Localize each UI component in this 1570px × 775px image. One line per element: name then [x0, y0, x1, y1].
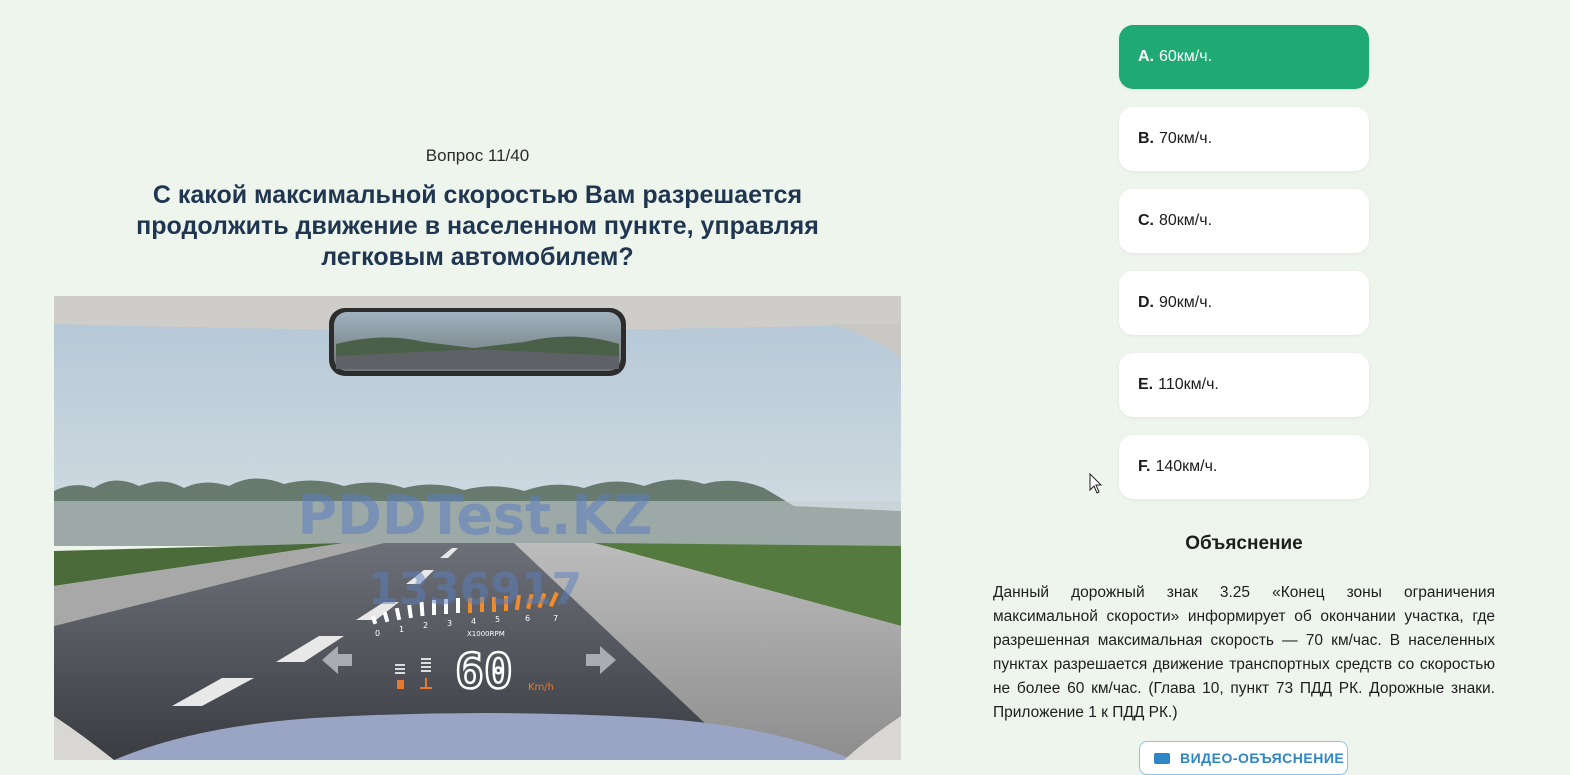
answer-letter: E.: [1138, 376, 1154, 393]
rpm-tick-label: 2: [423, 621, 428, 630]
answer-text: 80км/ч.: [1159, 212, 1213, 229]
answer-text: 110км/ч.: [1158, 376, 1219, 393]
answer-option-a[interactable]: A. 60км/ч.: [1119, 25, 1369, 89]
rpm-tick-label: 0: [375, 629, 380, 638]
hud-speed-unit: Km/h: [528, 682, 554, 693]
answer-list: A. 60км/ч. B. 70км/ч. C. 80км/ч. D. 90км…: [1119, 25, 1369, 517]
answer-option-f[interactable]: F. 140км/ч.: [1119, 435, 1369, 499]
explanation-text: Данный дорожный знак 3.25 «Конец зоны ог…: [993, 584, 1495, 721]
mouse-cursor-icon: [1089, 473, 1103, 494]
answer-text: 140км/ч.: [1155, 458, 1218, 475]
video-explanation-button[interactable]: ВИДЕО-ОБЪЯСНЕНИЕ: [1139, 741, 1348, 775]
question-image: 0 1 2 3 4 5 6 7 X1000RPM 60 Km/h PDDTest…: [54, 296, 901, 760]
answer-letter: F.: [1138, 458, 1151, 475]
video-icon: [1154, 752, 1170, 764]
rpm-tick-label: 4: [471, 617, 476, 626]
answer-option-e[interactable]: E. 110км/ч.: [1119, 353, 1369, 417]
question-text: С какой максимальной скоростью Вам разре…: [136, 181, 819, 271]
watermark-id: 1336917: [368, 564, 582, 615]
answer-letter: A.: [1138, 48, 1154, 65]
rpm-tick-label: 1: [399, 625, 404, 634]
answer-text: 70км/ч.: [1159, 130, 1213, 147]
answer-option-d[interactable]: D. 90км/ч.: [1119, 271, 1369, 335]
answer-option-c[interactable]: C. 80км/ч.: [1119, 189, 1369, 253]
explanation-title: Объяснение: [1185, 533, 1303, 554]
answer-option-b[interactable]: B. 70км/ч.: [1119, 107, 1369, 171]
rpm-unit-label: X1000RPM: [467, 630, 505, 638]
answer-text: 60км/ч.: [1159, 48, 1213, 65]
hud-speed: 60: [455, 644, 513, 700]
question-counter: Вопрос 11/40: [425, 146, 530, 165]
video-button-label: ВИДЕО-ОБЪЯСНЕНИЕ: [1180, 750, 1345, 766]
answer-letter: B.: [1138, 130, 1154, 147]
answer-letter: C.: [1138, 212, 1154, 229]
rpm-tick-label: 7: [553, 614, 558, 623]
rpm-tick-label: 3: [447, 619, 452, 628]
answer-letter: D.: [1138, 294, 1154, 311]
answer-text: 90км/ч.: [1159, 294, 1213, 311]
rpm-tick-label: 5: [495, 615, 500, 624]
watermark-site: PDDTest.KZ: [298, 484, 653, 547]
rpm-tick-label: 6: [525, 614, 530, 623]
